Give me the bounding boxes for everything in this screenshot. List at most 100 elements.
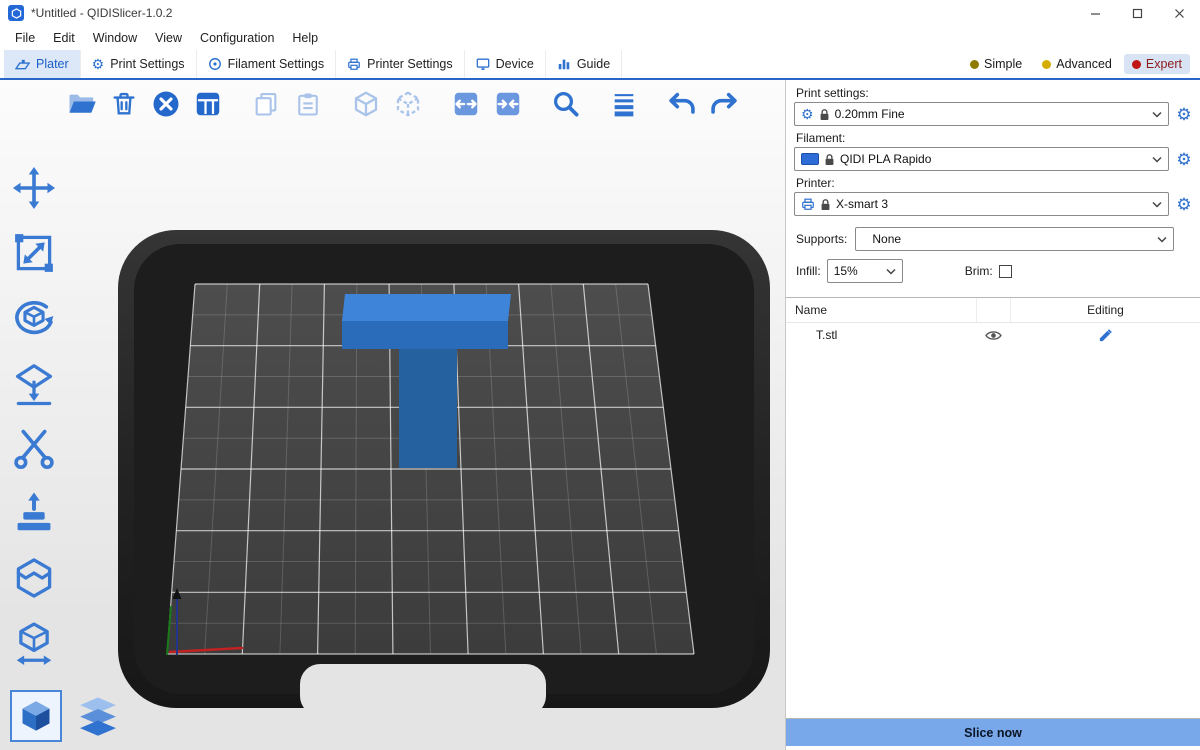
simple-mode-dot-icon xyxy=(970,60,979,69)
cut-icon[interactable] xyxy=(8,422,60,474)
move-icon[interactable] xyxy=(8,162,60,214)
edit-object-icon[interactable] xyxy=(1098,328,1113,343)
minimize-icon[interactable] xyxy=(1074,0,1116,26)
menu-file[interactable]: File xyxy=(6,28,44,48)
split-to-parts-icon[interactable] xyxy=(490,86,526,122)
chevron-down-icon xyxy=(1157,232,1167,246)
column-visibility xyxy=(976,298,1010,322)
redo-icon[interactable] xyxy=(706,86,742,122)
filament-combo[interactable]: QIDI PLA Rapido xyxy=(794,147,1169,171)
object-list-header: Name Editing xyxy=(786,298,1200,323)
arrange-icon[interactable] xyxy=(190,86,226,122)
print-settings-combo[interactable]: ⚙ 0.20mm Fine xyxy=(794,102,1169,126)
remove-instance-icon[interactable] xyxy=(390,86,426,122)
filament-value: QIDI PLA Rapido xyxy=(840,152,1147,166)
seam-painting-icon[interactable] xyxy=(8,552,60,604)
supports-combo[interactable]: None xyxy=(855,227,1174,251)
supports-label: Supports: xyxy=(796,232,847,246)
add-instance-icon[interactable] xyxy=(348,86,384,122)
edit-filament-gear-icon[interactable]: ⚙ xyxy=(1174,151,1194,168)
plate-handle-notch xyxy=(300,664,546,716)
chevron-down-icon xyxy=(886,264,896,278)
mode-expert[interactable]: Expert xyxy=(1124,54,1190,74)
edit-printer-gear-icon[interactable]: ⚙ xyxy=(1174,196,1194,213)
tab-guide[interactable]: Guide xyxy=(546,50,622,78)
tab-printer-settings[interactable]: Printer Settings xyxy=(336,50,464,78)
infill-label: Infill: xyxy=(796,264,821,278)
tab-print-settings[interactable]: ⚙ Print Settings xyxy=(81,50,197,78)
delete-all-icon[interactable] xyxy=(148,86,184,122)
brim-checkbox[interactable] xyxy=(999,265,1012,278)
chevron-down-icon xyxy=(1152,107,1162,121)
menu-window[interactable]: Window xyxy=(84,28,146,48)
object-list: Name Editing T.stl xyxy=(786,297,1200,719)
filament-color-swatch xyxy=(801,153,819,165)
variable-layer-height-icon[interactable] xyxy=(606,86,642,122)
viewport-3d[interactable] xyxy=(0,80,785,750)
rotate-icon[interactable] xyxy=(8,292,60,344)
chevron-down-icon xyxy=(1152,152,1162,166)
guide-icon xyxy=(557,57,571,71)
edit-print-settings-gear-icon[interactable]: ⚙ xyxy=(1174,106,1194,123)
tab-filament-settings[interactable]: Filament Settings xyxy=(197,50,337,78)
printer-value: X-smart 3 xyxy=(836,197,1147,211)
lock-icon xyxy=(820,198,831,211)
view-toggles xyxy=(10,690,124,742)
mode-advanced[interactable]: Advanced xyxy=(1034,54,1120,74)
preset-gear-icon: ⚙ xyxy=(801,107,814,121)
top-toolbar xyxy=(64,86,742,122)
copy-icon[interactable] xyxy=(248,86,284,122)
maximize-icon[interactable] xyxy=(1116,0,1158,26)
tab-bar: Plater ⚙ Print Settings Filament Setting… xyxy=(0,50,1200,80)
menu-view[interactable]: View xyxy=(146,28,191,48)
settings-sidebar: Print settings: ⚙ 0.20mm Fine ⚙ Filament… xyxy=(785,80,1200,750)
device-icon xyxy=(476,57,490,71)
title-bar: *Untitled - QIDISlicer-1.0.2 xyxy=(0,0,1200,26)
menu-edit[interactable]: Edit xyxy=(44,28,84,48)
expert-mode-dot-icon xyxy=(1132,60,1141,69)
search-icon[interactable] xyxy=(548,86,584,122)
object-list-row[interactable]: T.stl xyxy=(786,323,1200,347)
print-settings-icon: ⚙ xyxy=(92,57,105,71)
object-name: T.stl xyxy=(786,328,976,342)
scale-icon[interactable] xyxy=(8,227,60,279)
printer-settings-icon xyxy=(347,57,361,71)
mode-switcher: Simple Advanced Expert xyxy=(962,50,1200,78)
delete-icon[interactable] xyxy=(106,86,142,122)
3d-editor-view-icon[interactable] xyxy=(10,690,62,742)
open-icon[interactable] xyxy=(64,86,100,122)
close-icon[interactable] xyxy=(1158,0,1200,26)
paste-icon[interactable] xyxy=(290,86,326,122)
undo-icon[interactable] xyxy=(664,86,700,122)
app-logo-icon xyxy=(8,5,24,21)
supports-value: None xyxy=(862,232,1152,246)
advanced-mode-dot-icon xyxy=(1042,60,1051,69)
split-to-objects-icon[interactable] xyxy=(448,86,484,122)
window-title: *Untitled - QIDISlicer-1.0.2 xyxy=(31,6,172,20)
printer-icon xyxy=(801,197,815,211)
paint-supports-icon[interactable] xyxy=(8,487,60,539)
infill-combo[interactable]: 15% xyxy=(827,259,903,283)
scene xyxy=(0,80,785,750)
print-settings-label: Print settings: xyxy=(796,86,1190,100)
brim-label: Brim: xyxy=(965,264,993,278)
left-toolbar xyxy=(8,162,60,669)
chevron-down-icon xyxy=(1152,197,1162,211)
menu-bar: File Edit Window View Configuration Help xyxy=(0,26,1200,50)
slice-now-button[interactable]: Slice now xyxy=(786,719,1200,746)
eye-icon[interactable] xyxy=(985,329,1002,342)
tab-plater[interactable]: Plater xyxy=(4,50,81,78)
mode-simple[interactable]: Simple xyxy=(962,54,1030,74)
filament-label: Filament: xyxy=(796,131,1190,145)
column-name: Name xyxy=(786,303,976,317)
lock-icon xyxy=(819,108,830,121)
measure-icon[interactable] xyxy=(8,617,60,669)
printer-combo[interactable]: X-smart 3 xyxy=(794,192,1169,216)
filament-settings-icon xyxy=(208,57,222,71)
preview-view-icon[interactable] xyxy=(72,690,124,742)
place-on-face-icon[interactable] xyxy=(8,357,60,409)
tab-device[interactable]: Device xyxy=(465,50,546,78)
menu-configuration[interactable]: Configuration xyxy=(191,28,283,48)
menu-help[interactable]: Help xyxy=(283,28,327,48)
plater-icon xyxy=(15,57,30,72)
